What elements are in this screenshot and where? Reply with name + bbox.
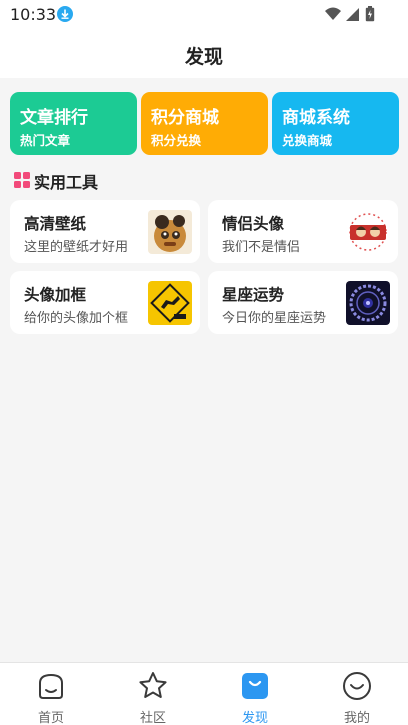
- battery-icon: [365, 6, 375, 22]
- points-mall-card[interactable]: 积分商城 积分兑换: [141, 92, 268, 155]
- article-ranking-card[interactable]: 文章排行 热门文章: [10, 92, 137, 155]
- tab-label: 发现: [241, 711, 268, 725]
- tool-subtitle: 我们不是情侣: [222, 240, 301, 255]
- home-icon: [39, 673, 63, 699]
- status-bar: 10:33: [0, 0, 408, 30]
- tool-subtitle: 给你的头像加个框: [24, 311, 129, 326]
- couple-avatar-thumbnail: [346, 210, 390, 254]
- card-title: 文章排行: [20, 108, 88, 128]
- tab-profile[interactable]: 我的: [306, 663, 408, 725]
- page-header: 发现: [0, 30, 408, 78]
- feature-cards: 文章排行 热门文章 积分商城 积分兑换 商城系统 兑换商城: [10, 92, 399, 155]
- download-icon: [57, 6, 73, 22]
- tab-community[interactable]: 社区: [102, 663, 204, 725]
- card-title: 积分商城: [151, 108, 219, 128]
- card-subtitle: 兑换商城: [282, 133, 333, 148]
- signal-icon: [346, 8, 359, 21]
- star-icon: [139, 672, 167, 698]
- bottom-tab-bar: 首页 社区 发现 我的: [0, 662, 408, 725]
- wifi-icon: [325, 7, 341, 20]
- tab-label: 社区: [139, 711, 166, 725]
- tool-title: 头像加框: [24, 286, 87, 304]
- tab-home[interactable]: 首页: [0, 663, 102, 725]
- status-time: 10:33: [10, 5, 57, 24]
- tab-label: 我的: [343, 711, 370, 725]
- card-subtitle: 热门文章: [20, 133, 71, 148]
- mall-system-card[interactable]: 商城系统 兑换商城: [272, 92, 399, 155]
- tab-discover[interactable]: 发现: [204, 663, 306, 725]
- tab-label: 首页: [37, 711, 64, 725]
- card-subtitle: 积分兑换: [151, 133, 202, 148]
- tool-couple-avatar[interactable]: 情侣头像 我们不是情侣: [208, 200, 398, 263]
- card-title: 商城系统: [282, 108, 350, 128]
- section-label: 实用工具: [34, 173, 99, 192]
- tool-title: 星座运势: [222, 286, 285, 304]
- page-title: 发现: [184, 46, 223, 68]
- tool-avatar-frame[interactable]: 头像加框 给你的头像加个框: [10, 271, 200, 334]
- tool-title: 高清壁纸: [24, 215, 87, 233]
- discover-icon: [242, 673, 268, 699]
- tool-horoscope[interactable]: 星座运势 今日你的星座运势: [208, 271, 398, 334]
- tool-title: 情侣头像: [222, 215, 285, 233]
- tool-subtitle: 这里的壁纸才好用: [24, 240, 129, 255]
- smile-icon: [343, 672, 371, 700]
- horoscope-thumbnail: [346, 281, 390, 325]
- tool-subtitle: 今日你的星座运势: [222, 311, 327, 326]
- wallpaper-thumbnail: [148, 210, 192, 254]
- tool-wallpaper[interactable]: 高清壁纸 这里的壁纸才好用: [10, 200, 200, 263]
- avatar-frame-thumbnail: [148, 281, 192, 325]
